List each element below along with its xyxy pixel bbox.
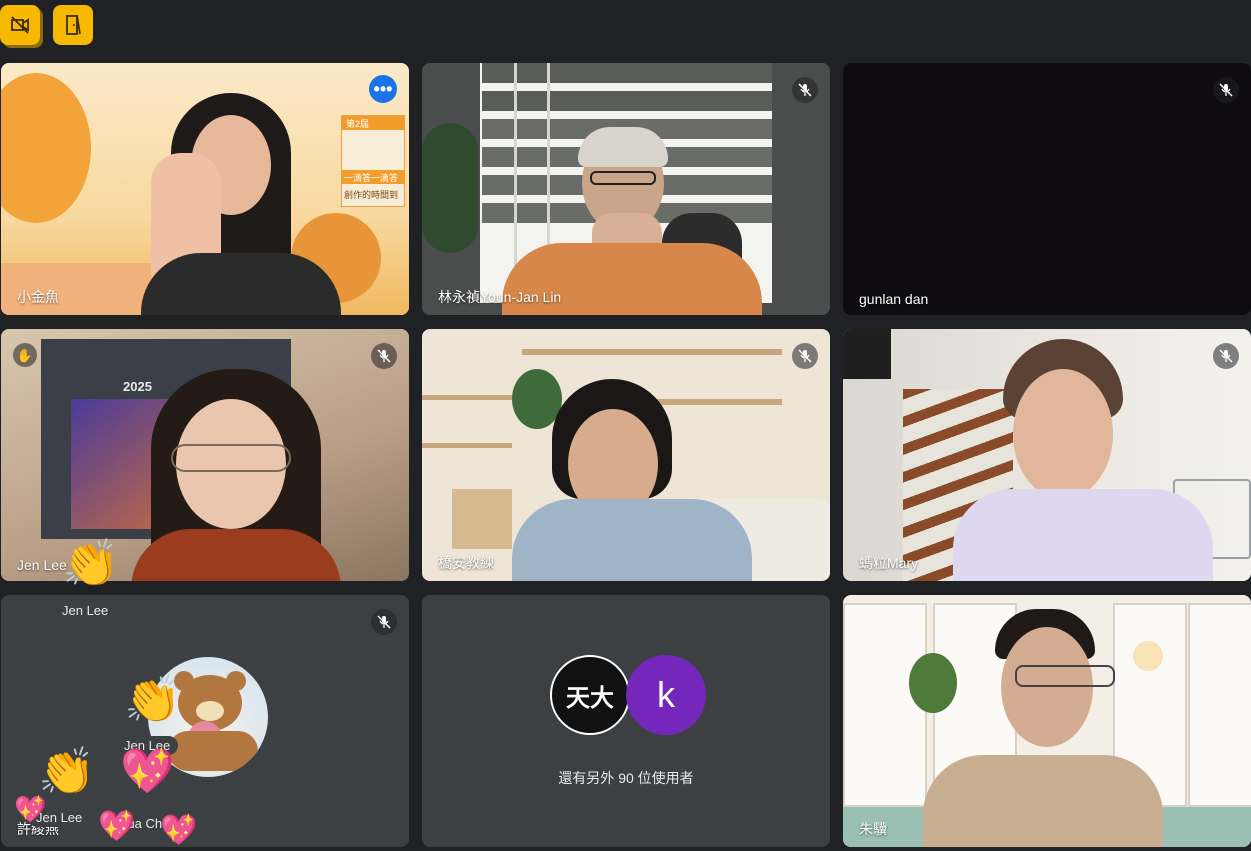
overflow-tile[interactable]: 天大 k 還有另外 90 位使用者	[422, 595, 830, 847]
mic-off-indicator	[1213, 343, 1239, 369]
participant-video	[502, 123, 762, 315]
shelf-unit	[1188, 603, 1251, 807]
top-bar	[0, 0, 1251, 58]
leave-button[interactable]	[53, 5, 93, 45]
mic-off-icon	[1219, 83, 1233, 97]
glasses	[171, 444, 291, 472]
participant-video	[923, 605, 1163, 847]
camera-off-icon	[11, 16, 29, 34]
participant-video	[121, 369, 351, 581]
more-options-button[interactable]: •••	[369, 75, 397, 103]
tv-screen	[843, 329, 891, 379]
mic-off-indicator	[371, 609, 397, 635]
raised-hand-indicator: ✋	[13, 343, 37, 367]
wall-shelf	[422, 443, 512, 448]
mic-off-icon	[377, 615, 391, 629]
mic-off-icon	[798, 83, 812, 97]
mic-off-icon	[377, 349, 391, 363]
participant-name: 橋安教練	[438, 555, 494, 571]
event-sign: 第2屆 一滴答一滴答 創作的時間到	[341, 115, 405, 207]
bear-ear	[226, 671, 246, 691]
torso	[131, 529, 341, 581]
participant-name: 螞粒Mary	[859, 555, 919, 571]
hair	[578, 127, 668, 167]
glasses	[1015, 665, 1115, 687]
participant-video	[512, 379, 752, 581]
participant-video	[131, 93, 341, 315]
glasses	[590, 171, 656, 185]
face	[1013, 369, 1113, 499]
participant-tile-2[interactable]: 林永禎Youn-Jan Lin	[422, 63, 830, 315]
participant-video	[953, 339, 1213, 581]
sparkle-heart-icon: 💖	[14, 794, 47, 824]
participant-tile-9[interactable]: 朱驥	[843, 595, 1251, 847]
clap-reaction-icon: 👏	[62, 537, 120, 589]
mic-off-icon	[798, 349, 812, 363]
avatar-letter: k	[657, 674, 675, 715]
sparkle-heart-icon: 💖	[120, 747, 175, 796]
torso	[141, 253, 341, 315]
participant-name: 林永禎Youn-Jan Lin	[438, 289, 562, 305]
clap-reaction-icon: 👏	[38, 745, 96, 797]
sign-line-1: 一滴答一滴答	[344, 173, 399, 183]
wall-shelf	[422, 395, 512, 400]
bear-muzzle	[196, 701, 224, 721]
shelf-unit	[843, 603, 927, 807]
participant-tile-6[interactable]: 螞粒Mary	[843, 329, 1251, 581]
participant-name: 小金魚	[17, 289, 59, 305]
door-exit-icon	[66, 15, 81, 35]
overflow-count-text: 還有另外 90 位使用者	[558, 770, 694, 786]
overflow-avatars: 天大 k	[550, 655, 710, 737]
face	[1001, 627, 1093, 747]
logo-avatar: 天大	[550, 655, 630, 735]
cabinet	[452, 489, 512, 549]
wall-shelf	[522, 349, 782, 355]
reaction-sender-tag: Jen Lee	[54, 601, 117, 620]
sparkle-heart-icon: 💖	[98, 810, 136, 843]
logo-text: 天大	[566, 682, 614, 712]
participant-tile-5[interactable]: 橋安教練	[422, 329, 830, 581]
bear-body	[168, 731, 258, 771]
sign-badge: 第2屆	[346, 119, 370, 129]
torso	[512, 499, 752, 581]
clap-reaction-icon: 👏	[124, 673, 182, 725]
mic-off-icon	[1219, 349, 1233, 363]
participant-name: gunlan dan	[859, 291, 929, 307]
sign-line-2: 創作的時間到	[344, 190, 399, 200]
participant-tile-3[interactable]: gunlan dan	[843, 63, 1251, 315]
mic-off-indicator	[371, 343, 397, 369]
raised-hand-icon: ✋	[16, 347, 34, 363]
torso	[953, 489, 1213, 581]
letter-avatar: k	[626, 655, 706, 735]
torso	[923, 755, 1163, 847]
camera-off-button[interactable]	[0, 5, 40, 45]
sparkle-heart-icon: 💖	[160, 814, 198, 847]
mic-off-indicator	[792, 77, 818, 103]
participant-tile-1[interactable]: 第2屆 一滴答一滴答 創作的時間到 ••• 小金魚	[1, 63, 409, 315]
mic-off-indicator	[1213, 77, 1239, 103]
participant-name: Jen Lee	[17, 557, 67, 573]
participant-name: 朱驥	[859, 821, 887, 837]
plant	[422, 123, 478, 253]
mic-off-indicator	[792, 343, 818, 369]
